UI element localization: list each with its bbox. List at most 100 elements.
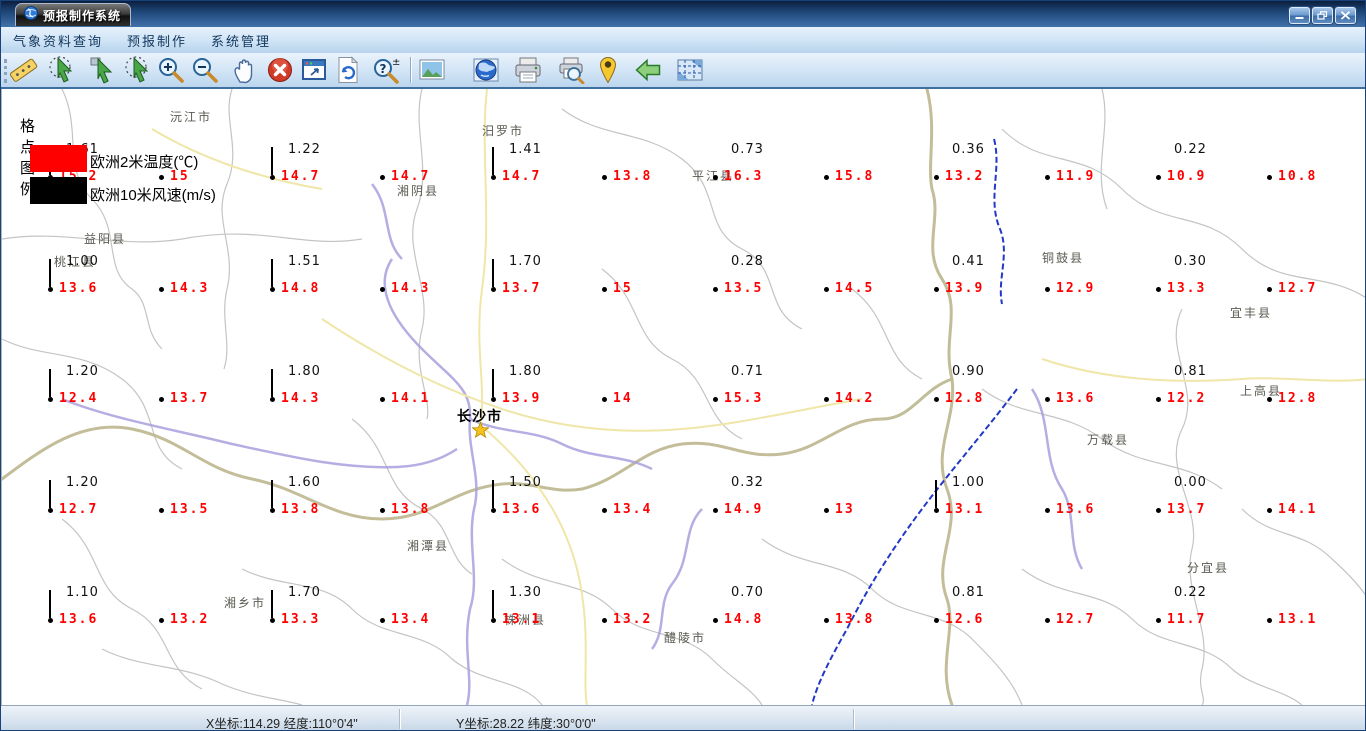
station-wind-speed: 1.70 [509, 254, 542, 269]
basemap-globe-button[interactable] [471, 55, 501, 85]
minimize-button[interactable] [1289, 7, 1310, 24]
station-dot-icon [270, 508, 275, 513]
restore-button[interactable] [1312, 7, 1333, 24]
station-temperature: 14.7 [391, 169, 431, 184]
back-button[interactable] [633, 55, 663, 85]
menu-forecast-production[interactable]: 预报制作 [115, 27, 199, 53]
city-label: 湘阴县 [397, 184, 440, 198]
print-preview-button[interactable] [556, 55, 586, 85]
zoom-out-icon [193, 58, 218, 83]
station-wind-speed: 1.20 [66, 475, 99, 490]
station-temperature: 13.7 [1167, 502, 1207, 517]
wind-barb-icon [271, 480, 273, 508]
close-button[interactable] [1335, 7, 1356, 24]
status-x-coordinate: X坐标:114.29 经度:110°0'4" [206, 717, 358, 731]
station-wind-speed: 1.41 [509, 142, 542, 157]
station-dot-icon [824, 618, 829, 623]
station-dot-icon [602, 175, 607, 180]
export-image-button[interactable] [417, 55, 447, 85]
locate-pin-button[interactable] [593, 55, 623, 85]
station-wind-speed: 0.41 [952, 254, 985, 269]
app-tab[interactable]: 预报制作系统 [15, 3, 131, 26]
city-label: 醴陵市 [664, 631, 707, 645]
station-temperature: 14 [613, 391, 633, 406]
station-temperature: 13.9 [502, 391, 542, 406]
select-features-button[interactable] [48, 55, 78, 85]
station-wind-speed: 1.30 [509, 585, 542, 600]
select-area-icon [125, 56, 149, 83]
zoom-out-button[interactable] [190, 55, 220, 85]
select-area-button[interactable] [124, 55, 154, 85]
station-wind-speed: 1.00 [952, 475, 985, 490]
station-wind-speed: 1.50 [509, 475, 542, 490]
station-dot-icon [1156, 508, 1161, 513]
pointer-button[interactable] [89, 55, 119, 85]
station-temperature: 10.9 [1167, 169, 1207, 184]
measure-ruler-icon [10, 58, 38, 82]
station-temperature: 14.3 [170, 281, 210, 296]
capital-star-icon [471, 420, 490, 443]
print-button[interactable] [513, 55, 543, 85]
status-y-coordinate: Y坐标:28.22 纬度:30°0'0" [456, 717, 596, 731]
zoom-in-button[interactable] [156, 55, 186, 85]
station-wind-speed: 1.80 [509, 364, 542, 379]
station-dot-icon [270, 397, 275, 402]
station-temperature: 12.7 [1278, 281, 1318, 296]
station-temperature: 12.9 [1056, 281, 1096, 296]
station-dot-icon [270, 287, 275, 292]
station-temperature: 13.6 [1056, 391, 1096, 406]
wind-barb-icon [49, 369, 51, 397]
export-image-icon [419, 59, 445, 80]
menu-system-management[interactable]: 系统管理 [199, 27, 283, 53]
station-wind-speed: 0.71 [731, 364, 764, 379]
identify-icon: ? ± [374, 57, 400, 84]
station-dot-icon [1156, 287, 1161, 292]
station-wind-speed: 0.36 [952, 142, 985, 157]
wind-barb-icon [492, 369, 494, 397]
station-wind-speed: 0.22 [1174, 585, 1207, 600]
station-temperature: 13.2 [945, 169, 985, 184]
station-dot-icon [380, 618, 385, 623]
station-dot-icon [491, 287, 496, 292]
station-temperature: 12.8 [945, 391, 985, 406]
station-temperature: 14.3 [391, 281, 431, 296]
legend-swatch-temperature [30, 145, 87, 172]
station-temperature: 12.7 [1056, 612, 1096, 627]
station-temperature: 13.7 [502, 281, 542, 296]
grid-select-button[interactable] [675, 55, 705, 85]
close-icon [1340, 11, 1351, 20]
station-dot-icon [1045, 175, 1050, 180]
restore-icon [1317, 11, 1328, 20]
station-temperature: 14.1 [1278, 502, 1318, 517]
station-dot-icon [713, 397, 718, 402]
station-temperature: 14.7 [502, 169, 542, 184]
wind-barb-icon [49, 259, 51, 287]
station-temperature: 13.1 [945, 502, 985, 517]
map-canvas[interactable]: 15.21.611514.71.2214.714.71.4113.816.30.… [1, 89, 1365, 705]
station-dot-icon [602, 618, 607, 623]
stop-button[interactable] [265, 55, 295, 85]
station-temperature: 13.6 [502, 502, 542, 517]
full-extent-button[interactable] [299, 55, 329, 85]
station-dot-icon [713, 287, 718, 292]
pan-button[interactable] [230, 55, 260, 85]
station-wind-speed: 0.22 [1174, 142, 1207, 157]
status-bar: X坐标:114.29 经度:110°0'4" Y坐标:28.22 纬度:30°0… [1, 705, 1365, 731]
menu-weather-data-query[interactable]: 气象资料查询 [1, 27, 115, 53]
locate-pin-icon [599, 56, 617, 84]
station-temperature: 13.3 [281, 612, 321, 627]
station-dot-icon [713, 618, 718, 623]
legend-label-temperature: 欧洲2米温度(℃) [90, 154, 199, 171]
identify-button[interactable]: ? ± [371, 55, 401, 85]
measure-ruler-button[interactable] [9, 55, 39, 85]
station-temperature: 13.4 [391, 612, 431, 627]
station-wind-speed: 0.81 [1174, 364, 1207, 379]
wind-barb-icon [271, 590, 273, 618]
refresh-page-button[interactable] [333, 55, 363, 85]
city-label: 汨罗市 [482, 124, 525, 138]
legend-swatch-wind [30, 177, 87, 204]
station-dot-icon [1267, 508, 1272, 513]
legend-label-wind: 欧洲10米风速(m/s) [90, 187, 216, 204]
toolbar-separator [410, 57, 412, 83]
station-wind-speed: 0.32 [731, 475, 764, 490]
